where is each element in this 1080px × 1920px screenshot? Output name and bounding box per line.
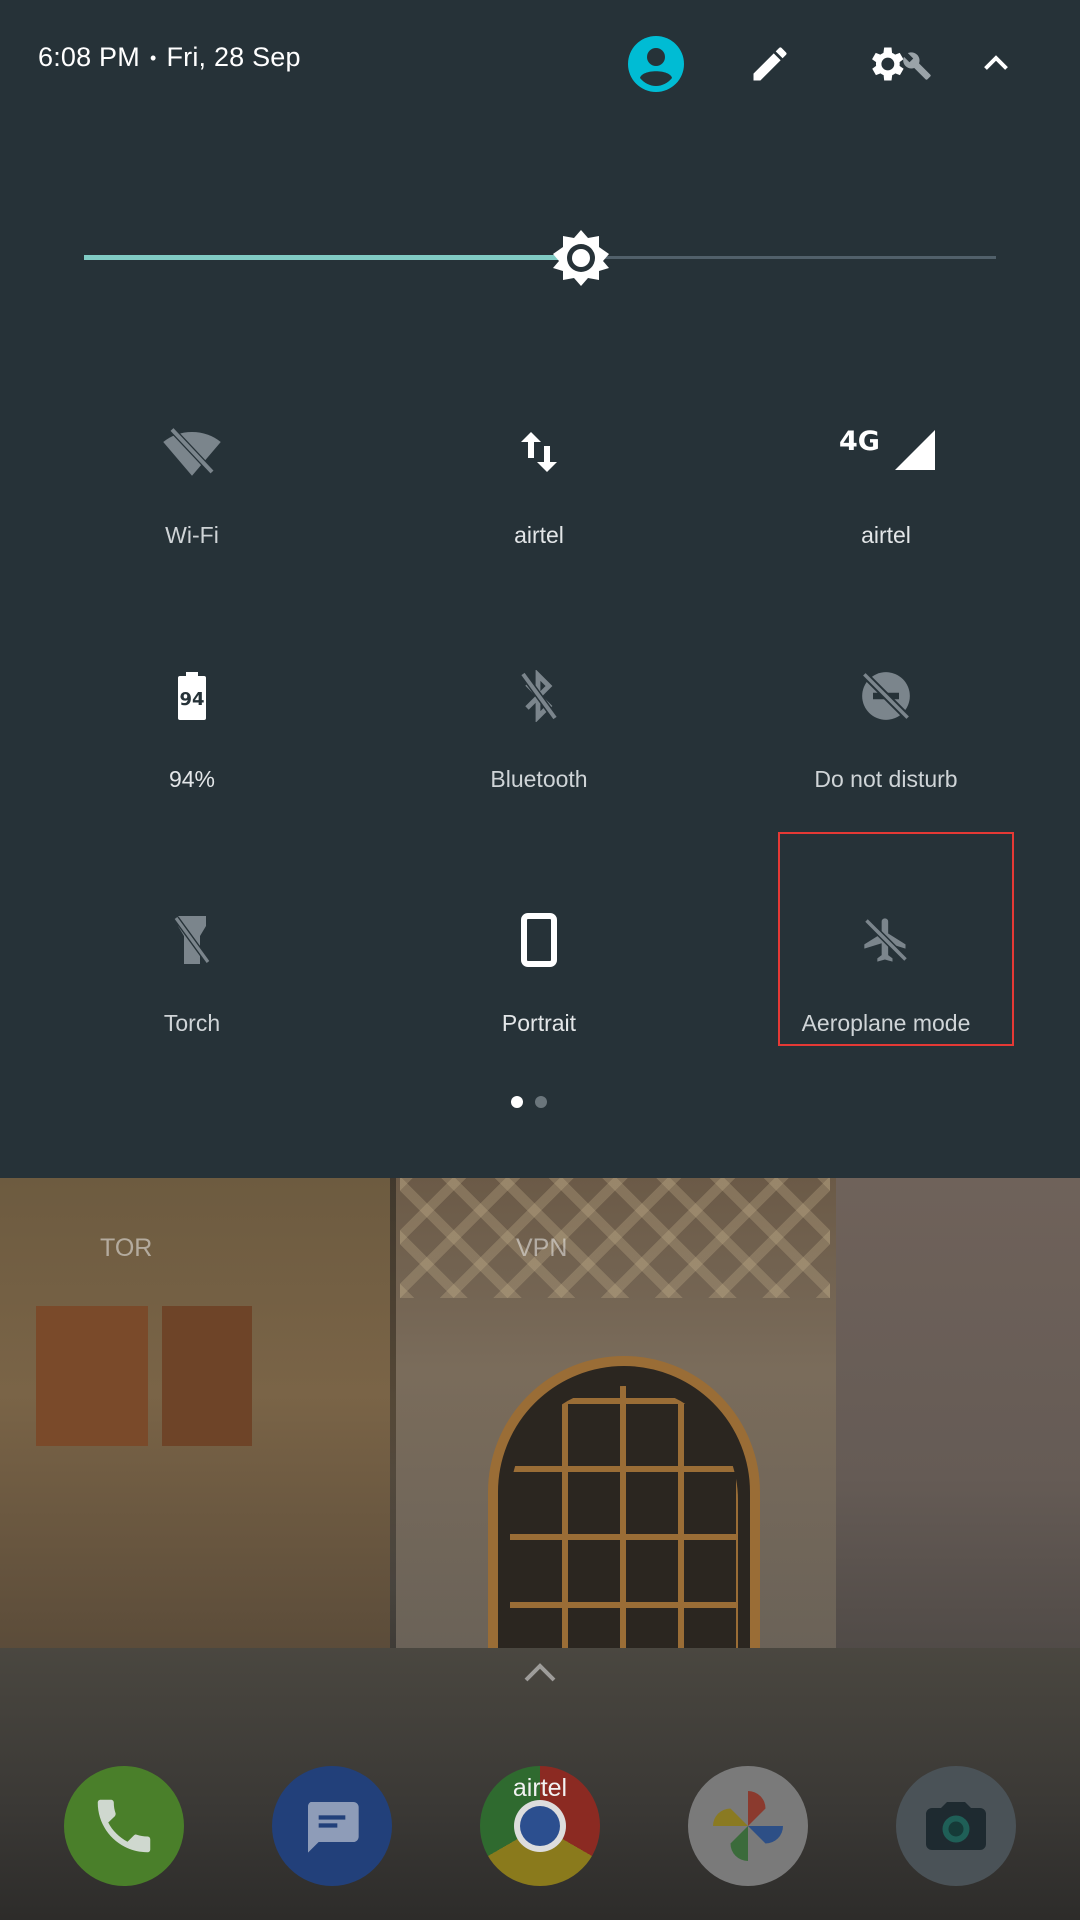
tile-cellular-signal[interactable]: 4G airtel bbox=[736, 392, 1036, 592]
clock-time: 6:08 PM bbox=[38, 42, 140, 72]
dock-camera[interactable] bbox=[896, 1766, 1016, 1886]
camera-icon bbox=[926, 1802, 986, 1850]
tile-bluetooth[interactable]: Bluetooth bbox=[389, 636, 689, 836]
settings-button[interactable] bbox=[856, 32, 940, 96]
tile-label-dnd: Do not disturb bbox=[814, 766, 958, 792]
chevron-up-icon bbox=[984, 55, 1008, 70]
edit-tiles-button[interactable] bbox=[738, 32, 802, 96]
home-shortcut-tor[interactable]: TOR bbox=[100, 1234, 152, 1263]
page-indicator bbox=[0, 1096, 1080, 1110]
battery-icon: 94 bbox=[152, 656, 232, 736]
tile-mobile-data[interactable]: airtel bbox=[389, 392, 689, 592]
edit-pencil-icon bbox=[753, 47, 787, 81]
dock-photos[interactable] bbox=[688, 1766, 808, 1886]
date-label: Fri, 28 Sep bbox=[166, 42, 301, 72]
quick-settings-panel: 6:08 PM • Fri, 28 Sep Wi-Fi airtel 4G ai… bbox=[0, 0, 1080, 1178]
wallpaper-door bbox=[162, 1306, 252, 1446]
messages-icon bbox=[307, 1802, 359, 1853]
tile-do-not-disturb[interactable]: Do not disturb bbox=[736, 636, 1036, 836]
network-type-label: 4G bbox=[839, 426, 880, 457]
quick-settings-header: 6:08 PM • Fri, 28 Sep bbox=[0, 0, 1080, 130]
brightness-sun-icon bbox=[553, 230, 609, 286]
brightness-slider[interactable] bbox=[84, 228, 996, 288]
highlight-box bbox=[778, 832, 1014, 1046]
wallpaper-door bbox=[36, 1306, 148, 1446]
tile-label-portrait: Portrait bbox=[501, 1010, 577, 1036]
tile-label-torch: Torch bbox=[163, 1010, 221, 1036]
tile-torch[interactable]: Torch bbox=[42, 880, 342, 1080]
tile-label-wifi: Wi-Fi bbox=[165, 522, 219, 548]
bluetooth-off-icon bbox=[499, 656, 579, 736]
wrench-icon bbox=[903, 52, 931, 80]
app-drawer-chevron-icon[interactable] bbox=[522, 1660, 558, 1684]
wallpaper-building-right bbox=[836, 1178, 1080, 1678]
home-shortcut-vpn[interactable]: VPN bbox=[516, 1234, 567, 1263]
photos-icon bbox=[713, 1791, 783, 1861]
do-not-disturb-off-icon bbox=[846, 656, 926, 736]
brightness-thumb[interactable] bbox=[551, 228, 611, 288]
tile-label-bluetooth: Bluetooth bbox=[490, 766, 588, 792]
portrait-phone-icon bbox=[499, 900, 579, 980]
torch-off-icon bbox=[152, 900, 232, 980]
tile-label-mobile-data: airtel bbox=[514, 522, 564, 548]
collapse-button[interactable] bbox=[964, 32, 1028, 96]
tile-portrait[interactable]: Portrait bbox=[389, 880, 689, 1080]
tile-label-cellular: airtel bbox=[861, 522, 911, 548]
tile-label-battery: 94% bbox=[168, 766, 216, 792]
tile-wifi[interactable]: Wi-Fi bbox=[42, 392, 342, 592]
battery-value: 94 bbox=[179, 689, 205, 710]
4g-signal-icon: 4G bbox=[831, 412, 941, 492]
page-dot[interactable] bbox=[535, 1096, 547, 1108]
user-account-button[interactable] bbox=[624, 32, 688, 96]
date-separator: • bbox=[149, 48, 157, 69]
tile-battery[interactable]: 94 94% bbox=[42, 636, 342, 836]
mobile-data-arrows-icon bbox=[499, 412, 579, 492]
page-dot-active[interactable] bbox=[511, 1096, 523, 1108]
wallpaper-timber-frame bbox=[400, 1178, 830, 1298]
brightness-fill bbox=[84, 255, 581, 260]
date-time: 6:08 PM • Fri, 28 Sep bbox=[38, 42, 301, 73]
user-account-icon bbox=[628, 36, 684, 92]
wifi-off-icon bbox=[152, 412, 232, 492]
